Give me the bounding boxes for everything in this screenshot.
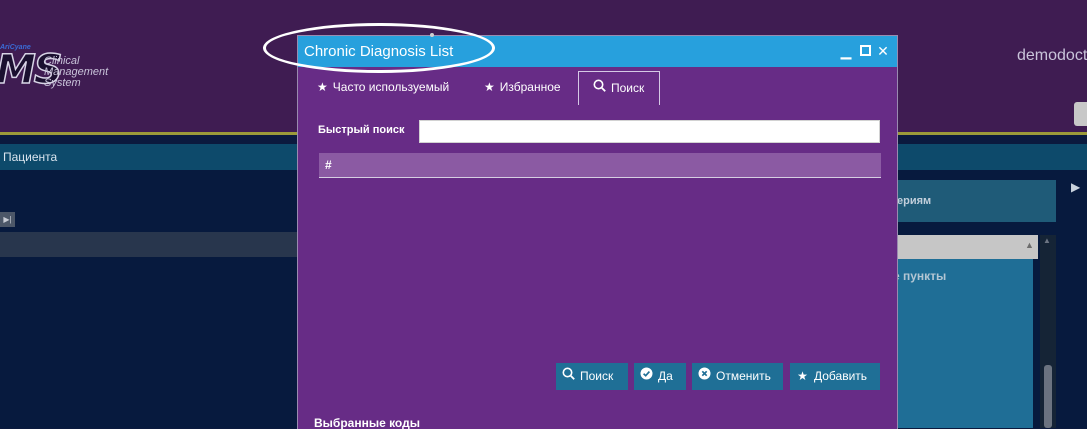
tab-frequently-used[interactable]: ★ Часто используемый: [317, 71, 449, 104]
dialog-title: Chronic Diagnosis List: [304, 43, 454, 60]
tab-label: Поиск: [611, 81, 645, 95]
quick-search-label: Быстрый поиск: [318, 124, 405, 136]
selected-codes-label: Выбранные коды: [314, 416, 420, 429]
results-grid-body: [319, 178, 881, 358]
right-card-label: ериям: [897, 195, 932, 207]
right-list-body: [895, 259, 1033, 428]
ok-button-label: Да: [658, 369, 673, 383]
expand-right-icon[interactable]: ▶: [1071, 180, 1080, 194]
collapse-up-icon[interactable]: ▲: [1025, 240, 1034, 250]
scroll-up-icon[interactable]: ▲: [1043, 236, 1051, 245]
minimize-icon[interactable]: ▁: [839, 44, 853, 58]
media-skip-icon[interactable]: ▶|: [0, 212, 15, 227]
annotation-dot: [430, 33, 434, 37]
scrollbar-thumb[interactable]: [1044, 365, 1052, 428]
search-button-label: Поиск: [580, 369, 614, 383]
chronic-diagnosis-dialog: Chronic Diagnosis List ▁ ✕ ★ Часто исполь…: [297, 35, 898, 429]
star-add-icon: ★: [797, 369, 808, 383]
tab-label: Часто используемый: [332, 80, 450, 94]
cancel-button[interactable]: Отменить: [692, 363, 783, 390]
cancel-circle-icon: [698, 363, 711, 390]
left-panel-row[interactable]: [0, 232, 300, 257]
dialog-tabs: ★ Часто используемый ★ Избранное Поиск: [298, 71, 897, 105]
right-list-header[interactable]: [895, 235, 1038, 259]
star-icon: ★: [484, 80, 495, 94]
left-panel: [0, 170, 300, 428]
tab-search[interactable]: Поиск: [578, 71, 660, 105]
user-name[interactable]: demodoct: [1017, 47, 1087, 65]
dialog-titlebar[interactable]: Chronic Diagnosis List ▁ ✕: [298, 36, 897, 67]
search-button[interactable]: Поиск: [556, 363, 628, 390]
right-list-item[interactable]: е пункты: [893, 269, 946, 283]
add-button[interactable]: ★ Добавить: [790, 363, 880, 390]
cms-logo: AriCyane MS Clinical Management System: [0, 44, 140, 94]
search-icon: [562, 363, 575, 390]
maximize-icon[interactable]: [858, 44, 872, 58]
column-header-number[interactable]: #: [325, 158, 332, 172]
star-icon: ★: [317, 80, 328, 94]
tab-favorites[interactable]: ★ Избранное: [484, 71, 561, 104]
user-menu-button[interactable]: [1074, 102, 1087, 126]
results-grid-header: #: [319, 153, 881, 178]
ok-button[interactable]: Да: [634, 363, 686, 390]
quick-search-input[interactable]: [419, 120, 880, 143]
logo-caption-line-3: System: [44, 77, 81, 89]
patient-bar-label[interactable]: Пациента: [3, 150, 57, 164]
cancel-button-label: Отменить: [716, 369, 771, 383]
add-button-label: Добавить: [814, 369, 868, 383]
check-circle-icon: [640, 363, 653, 390]
tab-label: Избранное: [499, 80, 561, 94]
close-icon[interactable]: ✕: [876, 44, 890, 58]
search-icon: [593, 72, 606, 105]
logo-caption: Clinical Management System: [44, 56, 108, 89]
